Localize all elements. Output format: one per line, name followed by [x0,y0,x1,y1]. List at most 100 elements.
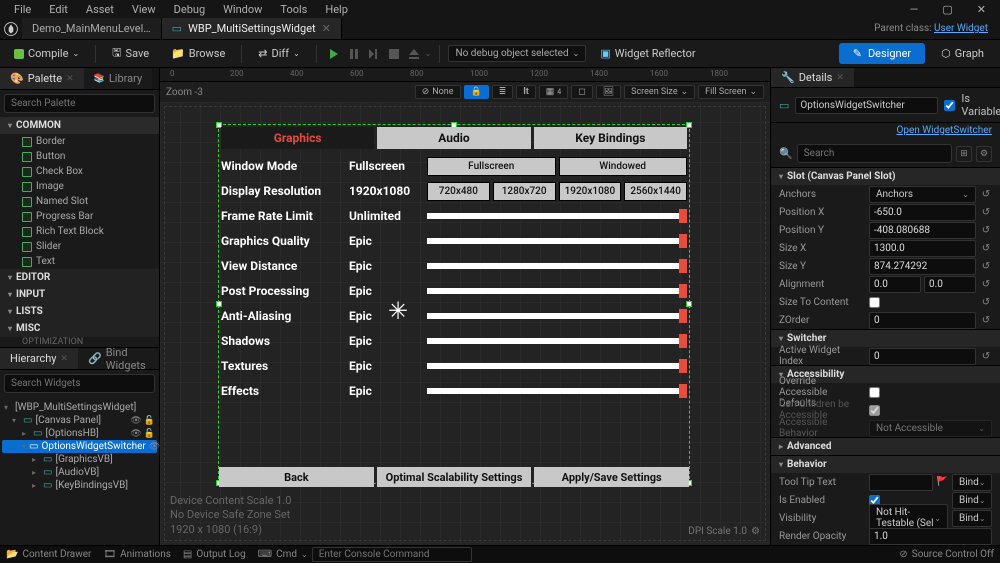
apply-save-button[interactable]: Apply/Save Settings [534,467,689,487]
tree-item[interactable]: ▸▭[AudioVB] [2,466,157,479]
reset-icon[interactable]: ↺ [980,261,992,272]
save-button[interactable]: 🖫Save [104,41,157,66]
option-button[interactable]: Fullscreen [427,157,556,176]
vp-lock-button[interactable]: 🔒 [464,85,489,99]
option-button[interactable]: 1920x1080 [559,182,622,201]
slider-thumb[interactable] [679,359,687,373]
quality-slider[interactable] [427,338,687,344]
debug-object-dropdown[interactable]: No debug object selected⌄ [448,45,586,62]
reset-icon[interactable]: ↺ [980,207,992,218]
slider-thumb[interactable] [679,259,687,273]
is-variable-checkbox[interactable] [944,100,955,111]
override-accessible-checkbox[interactable] [869,387,880,398]
bind-dropdown[interactable]: Bind [952,474,992,491]
palette-tab[interactable]: 🎨Palette✕ [0,68,84,89]
palette-item[interactable]: Border [0,134,159,149]
hierarchy-tab[interactable]: Hierarchy✕ [0,348,78,369]
option-button[interactable]: 2560x1440 [624,182,687,201]
visibility-icon[interactable]: 👁 [130,416,141,426]
close-icon[interactable]: ✕ [66,74,74,84]
option-button[interactable]: Windowed [559,157,688,176]
canvas[interactable]: Graphics Audio Key Bindings Window ModeF… [160,102,770,545]
vp-layout-button[interactable]: ≣ [492,85,514,99]
object-name-input[interactable] [795,97,938,114]
palette-item[interactable]: Rich Text Block [0,224,159,239]
lock-icon[interactable]: 🔓 [144,416,155,426]
details-search-input[interactable] [797,144,952,163]
vp-outline-button[interactable]: ◻ [571,85,592,99]
size-to-content-checkbox[interactable] [869,297,880,308]
anchors-dropdown[interactable]: Anchors [869,186,976,203]
quality-slider[interactable] [427,213,687,219]
close-icon[interactable]: ✕ [969,1,994,18]
quality-slider[interactable] [427,313,687,319]
menu-help[interactable]: Help [317,1,356,18]
palette-item[interactable]: Image [0,179,159,194]
back-button[interactable]: Back [219,467,374,487]
ui-tab-keybindings[interactable]: Key Bindings [534,127,687,149]
tree-item[interactable]: ▸▭[OptionsHB]👁🔓 [2,427,157,440]
alignment-y-input[interactable] [924,276,976,293]
size-x-input[interactable] [869,240,976,257]
reset-icon[interactable]: ↺ [980,279,992,290]
open-widgetswitcher-link[interactable]: Open WidgetSwitcher [896,125,992,136]
gear-icon[interactable]: ⚙ [751,526,760,537]
grid-view-icon[interactable]: ⊞ [956,146,972,162]
slider-thumb[interactable] [679,384,687,398]
category-lists[interactable]: LISTS [0,303,159,320]
vp-grid-button[interactable]: ▦4 [539,85,568,99]
ue-logo-icon[interactable] [0,18,22,40]
section-slot[interactable]: Slot (Canvas Panel Slot) [771,167,1000,185]
slider-thumb[interactable] [679,334,687,348]
zorder-input[interactable] [869,312,976,329]
alignment-x-input[interactable] [869,276,921,293]
close-icon[interactable]: ✕ [836,73,844,83]
tree-item[interactable]: ▸▭[KeyBindingsVB] [2,479,157,492]
menu-window[interactable]: Window [215,1,270,18]
close-tab-icon[interactable]: ✕ [322,22,331,35]
parent-class-link[interactable]: User Widget [934,23,988,34]
category-misc[interactable]: MISC [0,320,159,337]
output-log-button[interactable]: ▤Output Log [183,549,246,560]
render-opacity-input[interactable] [869,528,992,545]
designer-mode-button[interactable]: ✎Designer [839,43,925,64]
screen-size-dropdown[interactable]: Screen Size⌄ [624,85,695,99]
menu-view[interactable]: View [124,1,164,18]
ui-tab-graphics[interactable]: Graphics [221,127,374,149]
active-index-input[interactable] [869,348,976,365]
category-editor[interactable]: EDITOR [0,269,159,286]
optimal-settings-button[interactable]: Optimal Scalability Settings [377,467,532,487]
tree-item[interactable]: ▾▭[Canvas Panel]👁🔓 [2,414,157,427]
palette-item[interactable]: Progress Bar [0,209,159,224]
position-x-input[interactable] [869,204,976,221]
slider-thumb[interactable] [679,284,687,298]
reset-icon[interactable]: ↺ [980,225,992,236]
widget-reflector-button[interactable]: ▣Widget Reflector [592,44,703,63]
quality-slider[interactable] [427,238,687,244]
palette-item[interactable]: Named Slot [0,194,159,209]
option-button[interactable]: 720x480 [427,182,490,201]
pause-button[interactable] [345,45,363,63]
tree-root[interactable]: ▾[WBP_MultiSettingsWidget] [2,401,157,414]
category-common[interactable]: COMMON [0,117,159,134]
maximize-icon[interactable]: ▢ [934,1,960,18]
fill-screen-dropdown[interactable]: Fill Screen⌄ [698,85,764,99]
doc-tab-widget[interactable]: ▭ WBP_MultiSettingsWidget ✕ [162,18,342,39]
slider-thumb[interactable] [679,234,687,248]
doc-tab-level[interactable]: Demo_MainMenuLevel… [22,18,162,39]
content-drawer-button[interactable]: 📂Content Drawer [6,549,91,560]
position-y-input[interactable] [869,222,976,239]
source-control-icon[interactable] [899,549,907,560]
details-tab[interactable]: 🔧Details✕ [771,68,854,87]
quality-slider[interactable] [427,388,687,394]
flag-icon[interactable]: 🚩 [937,477,948,487]
graph-mode-button[interactable]: ⬡Graph [931,43,994,64]
palette-item[interactable]: Button [0,149,159,164]
menu-debug[interactable]: Debug [166,1,213,18]
vp-loc-button[interactable]: lt [516,85,535,99]
source-control-button[interactable]: Source Control Off [912,549,994,560]
library-tab[interactable]: Library [84,68,153,89]
browse-button[interactable]: 📁Browse [163,44,233,63]
eject-button[interactable] [405,45,423,63]
menu-file[interactable]: File [6,1,39,18]
